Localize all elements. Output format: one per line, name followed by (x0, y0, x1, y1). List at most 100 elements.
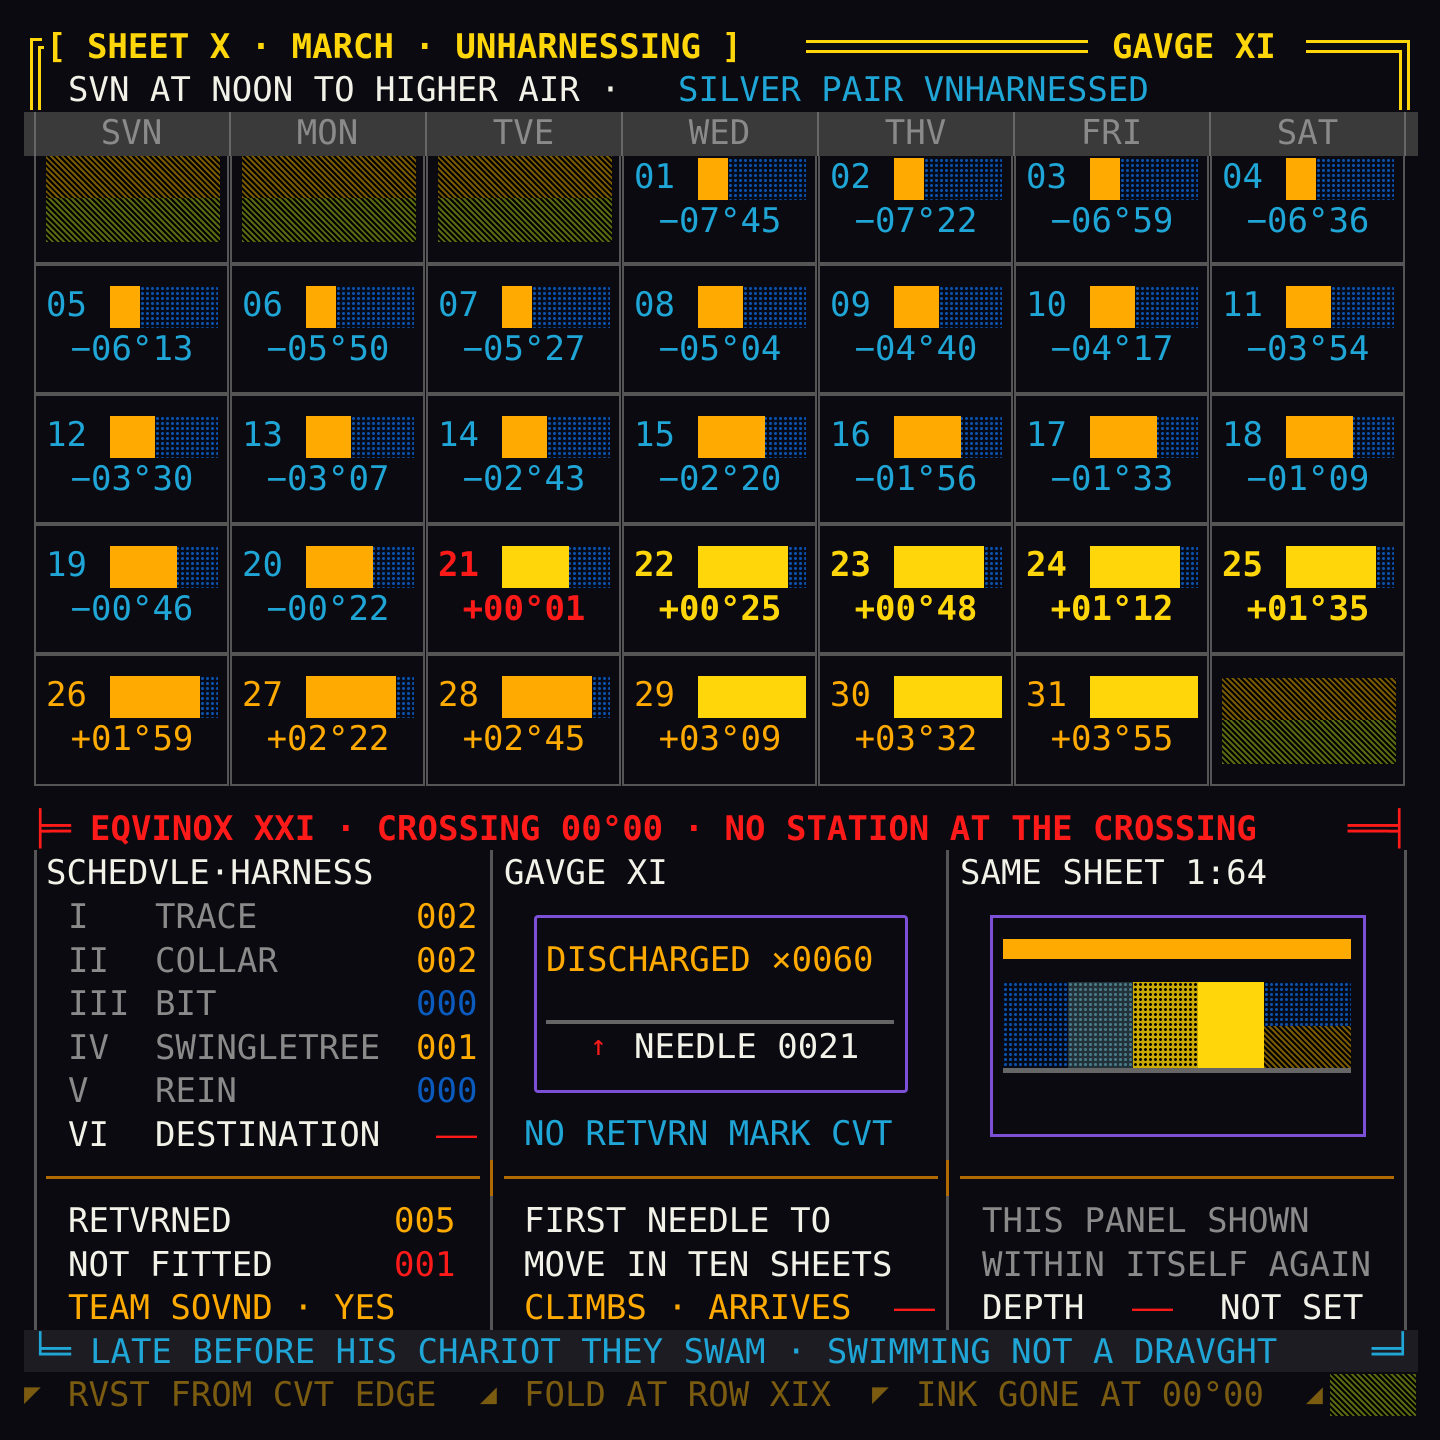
day-number: 22 (634, 545, 675, 585)
gauge-note-1: FIRST NEEDLE TO (524, 1201, 832, 1241)
schedule-row-value: 000 (416, 1071, 478, 1112)
weekday-sep (1013, 112, 1015, 156)
day-bar-fill (1090, 416, 1157, 458)
day-number: 01 (634, 157, 675, 197)
mini-header-bar (1003, 939, 1351, 959)
header-rule-3 (1306, 40, 1410, 43)
day-number: 06 (242, 285, 283, 325)
day-number: 13 (242, 415, 283, 455)
mini-cell-3 (1133, 982, 1198, 1068)
empty-cell-hatch-top (242, 156, 416, 198)
corner-mark-4-icon: ◢ (1306, 1377, 1323, 1410)
day-number: 26 (46, 675, 87, 715)
needle-readout: NEEDLE 0021 (634, 1027, 860, 1067)
mini-cell-4 (1198, 982, 1264, 1068)
empty-cell-hatch-top (46, 156, 220, 198)
subtitle-white: SVN AT NOON TO HIGHER AIR · (68, 70, 621, 110)
day-number: 18 (1222, 415, 1263, 455)
day-bar-fill (698, 416, 765, 458)
weekday-2: TVE (492, 113, 555, 153)
day-number: 25 (1222, 545, 1263, 585)
day-number: 24 (1026, 545, 1067, 585)
day-number: 30 (830, 675, 871, 715)
empty-cell-hatch-top (438, 156, 612, 198)
day-number: 28 (438, 675, 479, 715)
same-sheet-note-2: WITHIN ITSELF AGAIN (982, 1245, 1371, 1285)
weekday-1: MON (296, 113, 359, 153)
declination: −03°07 (266, 459, 390, 499)
same-sheet-divider (960, 1176, 1394, 1179)
corner-mark-1-icon: ◤ (24, 1377, 41, 1410)
schedule-row-num: V (68, 1071, 89, 1112)
day-bar-fill (502, 416, 547, 458)
day-bar-fill (306, 546, 373, 588)
day-bar-fill (1090, 676, 1198, 718)
declination: −06°36 (1246, 201, 1370, 241)
day-number: 20 (242, 545, 283, 585)
day-bar-fill (1286, 286, 1331, 328)
declination: −00°46 (70, 589, 194, 629)
bottom-swatch (1330, 1374, 1416, 1416)
header-rule-4 (1306, 50, 1402, 53)
same-sheet-title: SAME SHEET 1:64 (960, 853, 1268, 893)
day-bar-fill (698, 676, 806, 718)
day-number: 04 (1222, 157, 1263, 197)
schedule-row-num: VI (68, 1115, 109, 1155)
declination: +03°09 (658, 719, 782, 759)
returned-label: RETVRNED (68, 1201, 232, 1241)
declination: +00°48 (854, 589, 978, 629)
declination: +00°25 (658, 589, 782, 629)
weekday-sep (817, 112, 819, 156)
day-bar-fill (698, 158, 728, 200)
depth-not-set: NOT SET (1220, 1288, 1364, 1328)
frame-left-inner (38, 46, 41, 110)
frame-left (30, 38, 33, 110)
schedule-row-value: 001 (416, 1027, 478, 1068)
needle-arrow-icon: ↑ (590, 1029, 607, 1062)
bottom-note-c: INK GONE AT 00°00 (916, 1375, 1264, 1415)
schedule-row-name: REIN (155, 1071, 237, 1112)
day-bar-fill (110, 416, 155, 458)
empty-cell-hatch-bottom (242, 198, 416, 242)
schedule-title: SCHEDVLE·HARNESS (46, 853, 374, 893)
weekday-3: WED (688, 113, 751, 153)
empty-cell-hatch-bottom (438, 198, 612, 242)
day-number: 08 (634, 285, 675, 325)
day-number: 02 (830, 157, 871, 197)
day-bar-fill (110, 546, 177, 588)
day-number: 29 (634, 675, 675, 715)
mini-cell-5 (1264, 982, 1351, 1026)
declination: −03°54 (1246, 329, 1370, 369)
panel-separator-2 (946, 850, 949, 1330)
equinox-banner: EQVINOX XXI · CROSSING 00°00 · NO STATIO… (90, 809, 1257, 849)
day-number: 10 (1026, 285, 1067, 325)
declination: −05°27 (462, 329, 586, 369)
panel-left-border (34, 850, 37, 1330)
day-bar-fill (894, 158, 924, 200)
depth-label: DEPTH (982, 1288, 1085, 1328)
schedule-row-num: IV (68, 1027, 109, 1068)
sheet-title: [ SHEET X · MARCH · UNHARNESSING ] (46, 27, 742, 67)
day-bar-fill (502, 286, 532, 328)
declination: −01°56 (854, 459, 978, 499)
day-number: 23 (830, 545, 871, 585)
day-bar-fill (1090, 286, 1135, 328)
declination: +01°12 (1050, 589, 1174, 629)
empty-cell-hatch-bottom (46, 198, 220, 242)
climbs-dash: —— (894, 1288, 935, 1328)
day-bar-fill (502, 676, 592, 718)
gauge-note-2: MOVE IN TEN SHEETS (524, 1245, 893, 1285)
day-bar-fill (1286, 416, 1353, 458)
schedule-row-num: III (68, 984, 130, 1025)
schedule-divider (46, 1176, 480, 1179)
schedule-row-name: TRACE (155, 897, 258, 937)
weekday-sep (229, 112, 231, 156)
mini-cell-1 (1003, 982, 1068, 1068)
day-bar-fill (1090, 158, 1120, 200)
depth-dash: —— (1132, 1288, 1173, 1328)
day-number: 07 (438, 285, 479, 325)
day-number: 03 (1026, 157, 1067, 197)
gauge-title: GAVGE XI (504, 853, 668, 893)
declination: −07°45 (658, 201, 782, 241)
declination: −03°30 (70, 459, 194, 499)
